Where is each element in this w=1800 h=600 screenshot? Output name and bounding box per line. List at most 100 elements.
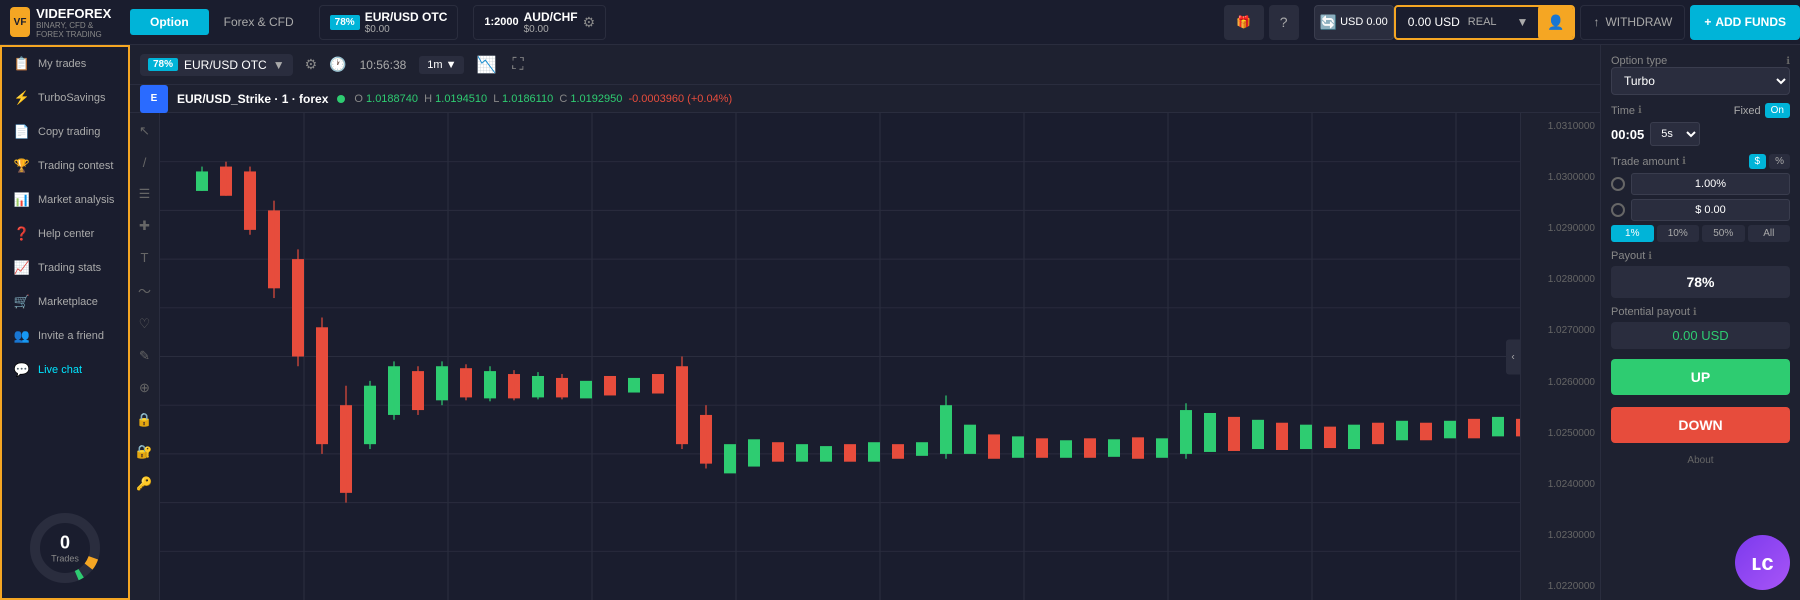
balance-dropdown-icon[interactable]: ▼ bbox=[1509, 15, 1537, 29]
wave-tool-icon[interactable]: 〜 bbox=[136, 279, 153, 302]
crosshair-icon[interactable]: ✚ bbox=[137, 216, 152, 236]
chart-high: 1.0194510 bbox=[435, 93, 487, 105]
sidebar-item-invite-friend[interactable]: 👥 Invite a friend bbox=[2, 319, 128, 353]
lc-badge[interactable]: ʟc bbox=[1735, 535, 1790, 590]
add-funds-icon: + bbox=[1704, 15, 1711, 29]
secure-icon[interactable]: 🔐 bbox=[134, 442, 154, 462]
chart-info-bar: E EUR/USD_Strike · 1 · forex O 1.0188740… bbox=[130, 85, 1600, 113]
symbol-selector[interactable]: 78% EUR/USD OTC ▼ bbox=[140, 54, 293, 76]
usd-icon: 🔄 bbox=[1320, 14, 1337, 31]
top-bar: VF VIDEFOREX BINARY, CFD & FOREX TRADING… bbox=[0, 0, 1800, 45]
gift-icon: 🎁 bbox=[1236, 15, 1251, 29]
interval-selector[interactable]: 1m ▼ bbox=[419, 56, 464, 74]
price-3: 1.0290000 bbox=[1526, 223, 1595, 234]
sidebar-label-invite-friend: Invite a friend bbox=[38, 330, 104, 342]
invite-friend-icon: 👥 bbox=[14, 328, 30, 344]
lock-icon[interactable]: 🔒 bbox=[134, 410, 154, 430]
add-funds-label: ADD FUNDS bbox=[1715, 15, 1786, 29]
amount-radio-dollar[interactable] bbox=[1611, 203, 1625, 217]
payout-label: Payout ℹ bbox=[1611, 250, 1790, 262]
sidebar-item-turbo-savings[interactable]: ⚡ TurboSavings bbox=[2, 81, 128, 115]
chart-logo-mini: E bbox=[140, 85, 168, 113]
withdraw-button[interactable]: ↑ WITHDRAW bbox=[1580, 5, 1685, 40]
sidebar-item-marketplace[interactable]: 🛒 Marketplace bbox=[2, 285, 128, 319]
sidebar-item-my-trades[interactable]: 📋 My trades bbox=[2, 47, 128, 81]
quick-10pct[interactable]: 10% bbox=[1657, 225, 1700, 242]
time-section: Time ℹ Fixed On 00:05 5s 1m 5m bbox=[1611, 103, 1790, 146]
pencil-icon[interactable]: ✎ bbox=[137, 346, 152, 366]
amount-input-percent[interactable] bbox=[1631, 173, 1790, 195]
amount-radio-percent[interactable] bbox=[1611, 177, 1625, 191]
price-1: 1.0310000 bbox=[1526, 121, 1595, 132]
chart-ohlc: O 1.0188740 H 1.0194510 L 1.0186110 C 1.… bbox=[354, 93, 732, 105]
amount-input-dollar[interactable] bbox=[1631, 199, 1790, 221]
chart-body: ↖ / ☰ ✚ T 〜 ♡ ✎ ⊕ 🔒 🔐 🔑 bbox=[130, 113, 1600, 600]
profile-icon: 👤 bbox=[1547, 14, 1564, 31]
marketplace-icon: 🛒 bbox=[14, 294, 30, 310]
candle-chart: 1.0310000 1.0300000 1.0290000 1.0280000 … bbox=[160, 113, 1600, 600]
add-funds-button[interactable]: + ADD FUNDS bbox=[1690, 5, 1800, 40]
sidebar-label-trading-stats: Trading stats bbox=[38, 262, 101, 274]
up-button[interactable]: UP bbox=[1611, 359, 1790, 395]
down-button[interactable]: DOWN bbox=[1611, 407, 1790, 443]
settings-icon[interactable]: ⚙ bbox=[301, 52, 322, 77]
line-tool-icon[interactable]: / bbox=[141, 153, 149, 172]
interval-select[interactable]: 5s 1m 5m bbox=[1650, 122, 1700, 146]
time-info-icon: ℹ bbox=[1638, 105, 1642, 116]
dollar-btn[interactable]: $ bbox=[1749, 154, 1767, 169]
lc-badge-container: ʟc bbox=[1611, 535, 1790, 590]
menu-tool-icon[interactable]: ☰ bbox=[137, 184, 153, 204]
trade-amount-info-icon: ℹ bbox=[1682, 156, 1686, 167]
heart-icon[interactable]: ♡ bbox=[137, 314, 153, 334]
sidebar-item-help-center[interactable]: ❓ Help center bbox=[2, 217, 128, 251]
trade-amount-label: Trade amount ℹ bbox=[1611, 156, 1686, 168]
about-link[interactable]: About bbox=[1611, 455, 1790, 466]
percent-btn[interactable]: % bbox=[1769, 154, 1790, 169]
text-tool-icon[interactable]: T bbox=[139, 248, 151, 267]
potential-info-icon: ℹ bbox=[1693, 307, 1697, 318]
balance-section: 0.00 USD REAL ▼ 👤 bbox=[1394, 5, 1576, 40]
panel-collapse-button[interactable]: ‹ bbox=[1506, 339, 1520, 374]
pair2-price: $0.00 bbox=[524, 24, 578, 35]
line-chart-icon[interactable]: 📉 bbox=[472, 51, 500, 79]
sidebar-label-turbo-savings: TurboSavings bbox=[38, 92, 105, 104]
toggle-on-label[interactable]: On bbox=[1765, 103, 1790, 118]
question-button[interactable]: ? bbox=[1269, 5, 1299, 40]
sidebar-item-trading-stats[interactable]: 📈 Trading stats bbox=[2, 251, 128, 285]
tab-forex[interactable]: Forex & CFD bbox=[209, 9, 309, 35]
chart-time: 10:56:38 bbox=[355, 58, 412, 72]
pair2-info[interactable]: 1:2000 AUD/CHF $0.00 ⚙ bbox=[473, 5, 606, 40]
sidebar-item-live-chat[interactable]: 💬 Live chat bbox=[2, 353, 128, 387]
cursor-icon[interactable]: ↖ bbox=[137, 121, 152, 141]
pair1-info[interactable]: 78% EUR/USD OTC $0.00 bbox=[319, 5, 459, 40]
pair2-settings-icon[interactable]: ⚙ bbox=[583, 14, 596, 31]
chart-live-dot bbox=[337, 95, 345, 103]
trade-amount-section: Trade amount ℹ $ % 1% 10% 50% All bbox=[1611, 154, 1790, 242]
tab-option[interactable]: Option bbox=[130, 9, 209, 35]
quick-50pct[interactable]: 50% bbox=[1702, 225, 1745, 242]
sidebar-item-trading-contest[interactable]: 🏆 Trading contest bbox=[2, 149, 128, 183]
withdraw-icon: ↑ bbox=[1593, 15, 1599, 29]
price-9: 1.0230000 bbox=[1526, 530, 1595, 541]
sidebar-label-market-analysis: Market analysis bbox=[38, 194, 114, 206]
balance-value: 0.00 USD bbox=[1408, 15, 1460, 29]
sidebar-label-marketplace: Marketplace bbox=[38, 296, 98, 308]
fullscreen-icon[interactable]: ⛶ bbox=[508, 52, 527, 78]
quick-1pct[interactable]: 1% bbox=[1611, 225, 1654, 242]
pair2-name: AUD/CHF bbox=[524, 10, 578, 24]
gift-button[interactable]: 🎁 bbox=[1224, 5, 1264, 40]
sidebar-item-market-analysis[interactable]: 📊 Market analysis bbox=[2, 183, 128, 217]
tool-sidebar: ↖ / ☰ ✚ T 〜 ♡ ✎ ⊕ 🔒 🔐 🔑 bbox=[130, 113, 160, 600]
logo: VF VIDEFOREX BINARY, CFD & FOREX TRADING bbox=[0, 6, 130, 39]
profile-button[interactable]: 👤 bbox=[1538, 5, 1573, 40]
lc-icon: ʟc bbox=[1751, 550, 1773, 576]
symbol-dropdown-icon: ▼ bbox=[273, 58, 285, 72]
donut-chart: 0 Trades bbox=[25, 508, 105, 588]
key-icon[interactable]: 🔑 bbox=[134, 474, 154, 494]
right-panel: Option type ℹ Turbo Time ℹ Fixed On 00:0… bbox=[1600, 45, 1800, 600]
sidebar-item-copy-trading[interactable]: 📄 Copy trading bbox=[2, 115, 128, 149]
option-type-select[interactable]: Turbo bbox=[1611, 67, 1790, 95]
quick-all[interactable]: All bbox=[1748, 225, 1791, 242]
time-label: Time ℹ bbox=[1611, 105, 1642, 117]
zoom-icon[interactable]: ⊕ bbox=[137, 378, 152, 398]
